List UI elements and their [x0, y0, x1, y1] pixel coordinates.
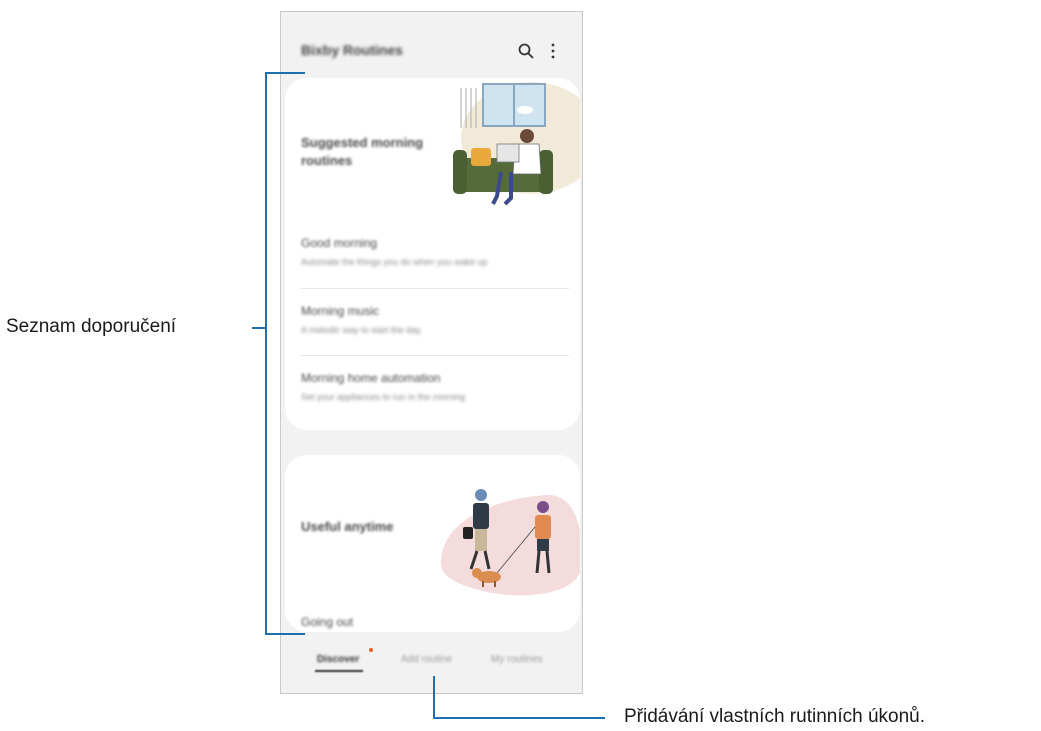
routine-going-out[interactable]: Going out — [301, 615, 353, 629]
reading-on-sofa-illustration — [453, 82, 580, 206]
divider — [301, 355, 569, 356]
tab-discover[interactable]: Discover — [317, 654, 359, 665]
more-options-icon[interactable] — [549, 42, 557, 60]
app-title: Bixby Routines — [301, 42, 403, 58]
tab-add-routine[interactable]: Add routine — [401, 654, 452, 665]
callout-recommendations-label: Seznam doporučení — [6, 316, 177, 337]
card-heading: Useful anytime — [301, 519, 394, 534]
bracket-vertical-line — [265, 72, 267, 635]
routine-description: Automate the things you do when you wake… — [301, 257, 488, 267]
routine-good-morning[interactable]: Good morning Automate the things you do … — [301, 236, 569, 302]
bottom-nav: Discover Add routine My routines — [281, 642, 582, 693]
callout-add-routine-label: Přidávání vlastních rutinních úkonů. — [624, 706, 926, 727]
tab-my-routines[interactable]: My routines — [491, 654, 543, 665]
dog-walking-illustration — [440, 489, 580, 596]
app-bar: Bixby Routines — [281, 12, 582, 78]
useful-anytime-card[interactable]: Useful anytime Going out — [285, 455, 580, 632]
bracket-bottom-tick — [265, 633, 305, 635]
divider — [301, 288, 569, 289]
card-heading: Suggested morning routines — [301, 135, 424, 168]
routine-description: Set your appliances to run in the mornin… — [301, 392, 466, 402]
callout-vertical-line — [433, 676, 435, 719]
routine-morning-home-automation[interactable]: Morning home automation Set your applian… — [301, 371, 569, 430]
new-badge-dot — [369, 648, 373, 652]
routine-description: A melodic way to start the day. — [301, 325, 423, 335]
bracket-top-tick — [265, 72, 305, 74]
routine-name: Good morning — [301, 236, 378, 250]
phone-screen: Bixby Routines Suggested morning routine… — [280, 11, 583, 694]
routine-name: Morning home automation — [301, 371, 441, 385]
active-tab-indicator — [315, 670, 363, 672]
routine-morning-music[interactable]: Morning music A melodic way to start the… — [301, 304, 569, 370]
routine-name: Morning music — [301, 304, 380, 318]
suggested-morning-routines-card[interactable]: Suggested morning routines Good morning … — [285, 78, 580, 430]
search-icon[interactable] — [517, 42, 535, 60]
bracket-pointer — [252, 327, 266, 329]
callout-horizontal-line — [433, 717, 605, 719]
